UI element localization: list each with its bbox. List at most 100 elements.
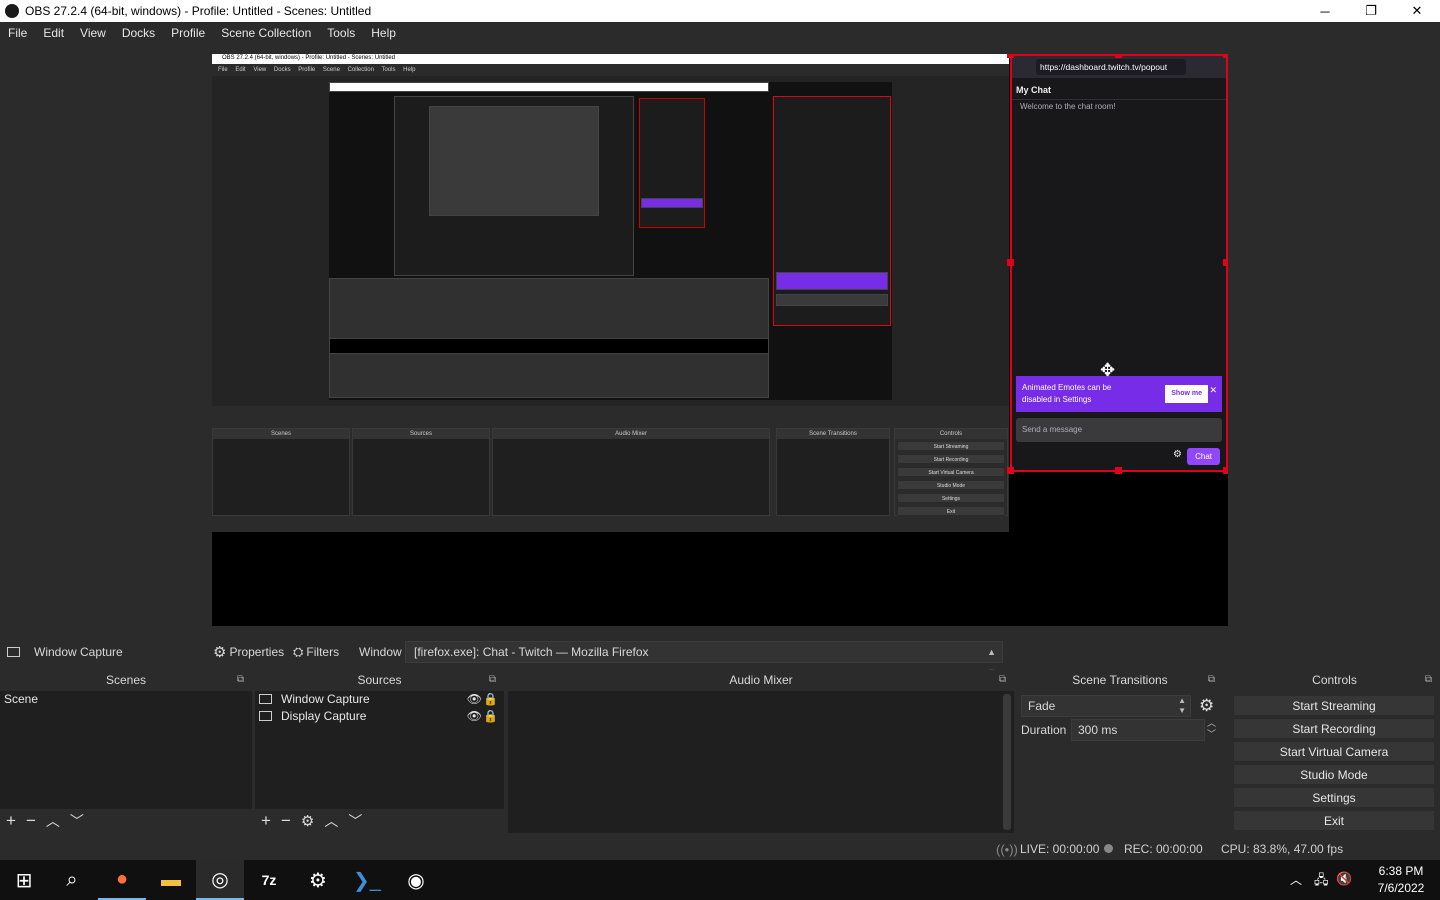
- duration-input[interactable]: 300 ms: [1071, 719, 1205, 741]
- resize-handle-t[interactable]: [1115, 54, 1122, 58]
- sources-header: Sources ⧉: [255, 670, 504, 690]
- resize-handle-bl[interactable]: [1007, 467, 1014, 474]
- transitions-title: Scene Transitions: [1072, 673, 1168, 687]
- nested-title-bar: OBS 27.2.4 (64-bit, windows) - Profile: …: [212, 54, 1009, 64]
- sources-title: Sources: [357, 673, 402, 687]
- transition-gear-icon[interactable]: ⚙: [1199, 696, 1214, 716]
- transition-select[interactable]: Fade ▲ ▼: [1021, 695, 1191, 717]
- source-item-window-capture[interactable]: Window Capture 👁 🔒: [255, 691, 504, 708]
- menu-view[interactable]: View: [72, 26, 114, 40]
- resize-handle-tr[interactable]: [1223, 54, 1228, 58]
- window-title: OBS 27.2.4 (64-bit, windows) - Profile: …: [25, 4, 372, 18]
- remove-source-icon[interactable]: −: [281, 811, 291, 831]
- nested-menu-text: File Edit View Docks Profile Scene Colle…: [218, 67, 416, 73]
- nested-preview: [329, 82, 892, 400]
- minimize-button[interactable]: ─: [1302, 0, 1348, 22]
- nested-chat-input: [776, 294, 888, 306]
- start-streaming-button[interactable]: Start Streaming: [1233, 695, 1435, 716]
- settings-gear-icon[interactable]: ⚙: [294, 860, 342, 900]
- close-button[interactable]: ✕: [1394, 0, 1440, 22]
- scene-item[interactable]: Scene: [0, 691, 252, 708]
- undock-icon[interactable]: ⧉: [1425, 670, 1432, 690]
- firefox-icon[interactable]: ●: [98, 860, 146, 900]
- undock-icon[interactable]: ⧉: [999, 670, 1006, 690]
- audio-mixer-dock: Audio Mixer ⧉: [508, 670, 1014, 836]
- menu-file[interactable]: File: [0, 26, 35, 40]
- resize-handle-r[interactable]: [1223, 259, 1228, 266]
- menu-edit[interactable]: Edit: [35, 26, 72, 40]
- promo-close-icon: ✕: [1209, 385, 1217, 395]
- undock-icon[interactable]: ⧉: [237, 670, 244, 690]
- menu-docks[interactable]: Docks: [114, 26, 163, 40]
- window-capture-icon: [7, 647, 20, 657]
- file-explorer-icon[interactable]: ▬: [147, 860, 195, 900]
- obs-taskbar-icon[interactable]: ◎: [196, 860, 244, 900]
- lock-icon[interactable]: 🔒: [483, 691, 498, 708]
- menu-help[interactable]: Help: [363, 26, 404, 40]
- filters-button[interactable]: ⛭ Filters: [293, 644, 339, 660]
- menu-scene-collection[interactable]: Scene Collection: [213, 26, 319, 40]
- source-label: Window Capture: [281, 692, 370, 706]
- audio-mixer-title: Audio Mixer: [729, 673, 793, 687]
- visibility-eye-icon[interactable]: 👁: [467, 691, 482, 708]
- undock-icon[interactable]: ⧉: [1208, 670, 1215, 690]
- promo-text: Animated Emotes can be disabled in Setti…: [1022, 383, 1112, 404]
- clock[interactable]: 6:38 PM 7/6/2022: [1374, 863, 1428, 897]
- settings-button[interactable]: Settings: [1233, 787, 1435, 808]
- window-select[interactable]: [firefox.exe]: Chat - Twitch — Mozilla F…: [405, 641, 1003, 677]
- chevron-up-icon[interactable]: ︿: [1290, 871, 1302, 888]
- mixer-scrollbar[interactable]: [1003, 694, 1011, 830]
- nested-taskbar: [212, 532, 1009, 554]
- move-down-icon[interactable]: ﹀: [70, 811, 84, 831]
- windows-start-icon[interactable]: ⊞: [0, 860, 48, 900]
- undock-icon[interactable]: ⧉: [489, 670, 496, 690]
- source-properties-gear-icon[interactable]: ⚙: [301, 812, 314, 830]
- chat-popout-source[interactable]: https://dashboard.twitch.tv/popout My Ch…: [1010, 54, 1228, 472]
- 7zip-icon[interactable]: 7z: [245, 860, 293, 900]
- resize-handle-br[interactable]: [1223, 467, 1228, 474]
- powershell-icon[interactable]: ❯_: [343, 860, 391, 900]
- controls-title: Controls: [1312, 673, 1357, 687]
- nested-deep-taskbar: [329, 338, 769, 354]
- move-down-icon[interactable]: ﹀: [348, 811, 362, 831]
- start-virtual-camera-button[interactable]: Start Virtual Camera: [1233, 741, 1435, 762]
- search-icon[interactable]: ⌕: [48, 860, 96, 900]
- add-source-icon[interactable]: +: [261, 811, 271, 831]
- studio-mode-button[interactable]: Studio Mode: [1233, 764, 1435, 785]
- window-controls: ─ ❐ ✕: [1302, 0, 1440, 22]
- lock-icon[interactable]: 🔒: [483, 708, 498, 725]
- network-icon[interactable]: 🖧: [1314, 871, 1329, 893]
- nested-sources-panel: Sources: [352, 428, 490, 516]
- xbox-icon[interactable]: ◉: [392, 860, 440, 900]
- monitor-icon: [259, 711, 272, 721]
- move-up-icon[interactable]: ︿: [46, 811, 60, 831]
- duration-value: 300 ms: [1078, 723, 1118, 737]
- menu-tools[interactable]: Tools: [319, 26, 363, 40]
- duration-stepper-icon[interactable]: ︿ ﹀: [1207, 718, 1216, 740]
- move-up-icon[interactable]: ︿: [324, 811, 338, 831]
- volume-muted-icon[interactable]: 🔇: [1336, 871, 1352, 887]
- scene-transitions-dock: Scene Transitions ⧉ Fade ▲ ▼ ⚙ Duration 3…: [1017, 670, 1223, 836]
- nested-deep-chat: [639, 98, 705, 228]
- remove-scene-icon[interactable]: −: [26, 811, 36, 831]
- exit-button[interactable]: Exit: [1233, 810, 1435, 831]
- properties-button[interactable]: ⚙ Properties: [213, 643, 284, 661]
- resize-handle-tl[interactable]: [1007, 54, 1014, 58]
- resize-handle-b[interactable]: [1115, 467, 1122, 474]
- menu-profile[interactable]: Profile: [163, 26, 213, 40]
- start-recording-button[interactable]: Start Recording: [1233, 718, 1435, 739]
- visibility-eye-icon[interactable]: 👁: [467, 708, 482, 725]
- chat-message-input: Send a message: [1016, 418, 1222, 442]
- add-scene-icon[interactable]: +: [6, 811, 16, 831]
- source-item-display-capture[interactable]: Display Capture 👁 🔒: [255, 708, 504, 725]
- scenes-list[interactable]: Scene: [0, 691, 252, 809]
- sources-list[interactable]: Window Capture 👁 🔒 Display Capture 👁 🔒: [255, 691, 504, 809]
- duration-label: Duration: [1021, 723, 1067, 737]
- maximize-button[interactable]: ❐: [1348, 0, 1394, 22]
- resize-handle-l[interactable]: [1007, 259, 1014, 266]
- source-toolbar: Window Capture ⚙ Properties ⛭ Filters Wi…: [0, 640, 1440, 677]
- preview-canvas[interactable]: OBS 27.2.4 (64-bit, windows) - Profile: …: [212, 54, 1228, 626]
- system-tray: ︿ 🖧 🔇 6:38 PM 7/6/2022: [1280, 860, 1440, 900]
- nested-chat-promo: [776, 272, 888, 290]
- preview-area[interactable]: OBS 27.2.4 (64-bit, windows) - Profile: …: [0, 44, 1440, 640]
